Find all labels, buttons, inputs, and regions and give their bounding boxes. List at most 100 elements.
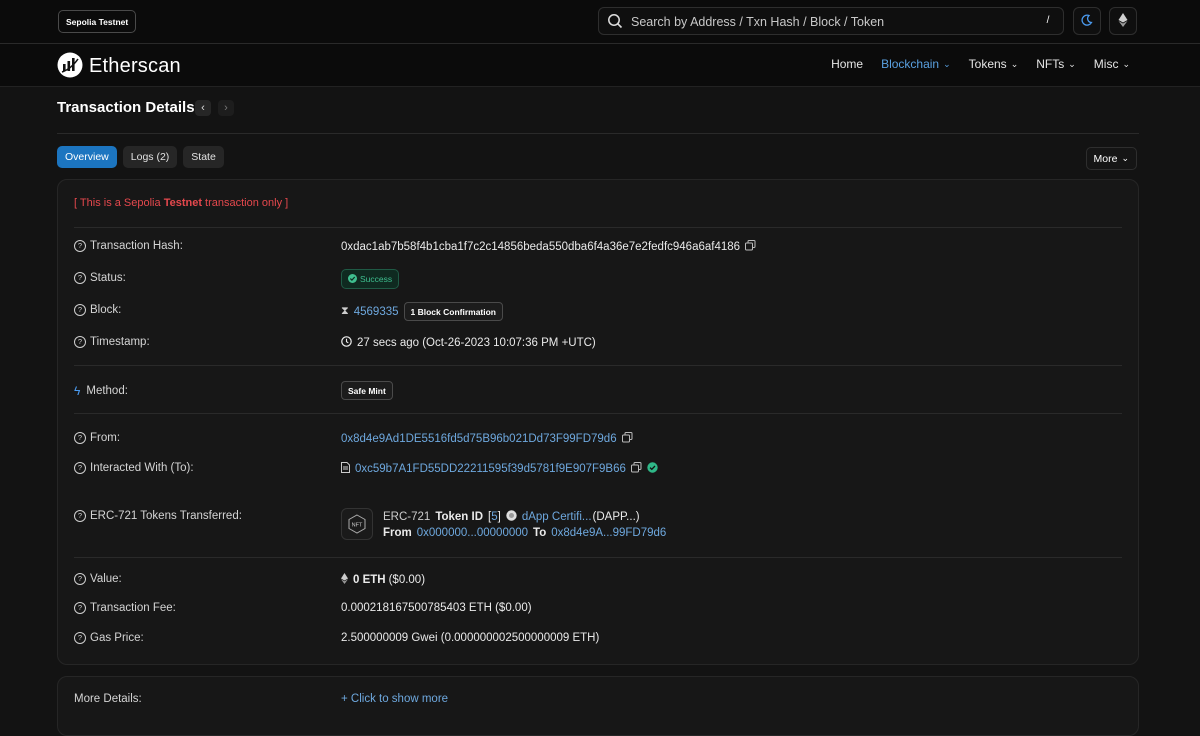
show-more-link[interactable]: + Click to show more [341,693,448,705]
confirmation-badge: 1 Block Confirmation [403,302,503,321]
more-dropdown-button[interactable]: More ⌄ [1085,147,1137,170]
timestamp-value: 27 secs ago (Oct-26-2023 10:07:36 PM +UT… [341,336,596,350]
label-text: Interacted With (To): [90,462,194,474]
nav-item-blockchain[interactable]: Blockchain ⌄ [881,57,951,71]
theme-toggle-button[interactable] [1073,7,1101,35]
status-badge: Success [341,269,400,289]
help-icon[interactable]: ? [74,304,86,316]
nav-item-misc[interactable]: Misc ⌄ [1094,57,1130,71]
erc721-from-link[interactable]: 0x000000...00000000 [417,527,528,539]
next-tx-button[interactable]: › [218,100,234,116]
tab-bar: Overview Logs (2) State [57,146,224,168]
label-text: Transaction Fee: [90,602,176,614]
help-icon[interactable]: ? [74,602,86,614]
usd-value: ($0.00) [388,574,426,586]
nav-item-tokens[interactable]: Tokens ⌄ [969,57,1019,71]
bracket: ] [497,511,501,523]
value-label: ? Value: [74,573,122,585]
warning-bold: Testnet [163,197,202,209]
help-icon[interactable]: ? [74,240,86,252]
ethereum-icon [341,573,348,587]
timestamp-text: 27 secs ago (Oct-26-2023 10:07:36 PM +UT… [357,337,596,349]
chevron-down-icon: ⌄ [1122,58,1130,69]
search-shortcut: / [1046,15,1050,26]
nav-menu: Home Blockchain ⌄ Tokens ⌄ NFTs ⌄ Misc ⌄ [813,57,1130,71]
label-text: From: [90,432,121,444]
network-select-button[interactable] [1109,7,1137,35]
nav-label: Misc [1093,57,1119,71]
value-value: 0 ETH ($0.00) [341,573,425,587]
help-icon[interactable]: ? [74,336,86,348]
help-icon[interactable]: ? [74,510,86,522]
nav-item-home[interactable]: Home [831,57,863,71]
network-badge[interactable]: Sepolia Testnet [58,10,137,33]
divider [74,413,1122,414]
token-symbol: (DAPP...) [592,511,640,523]
chevron-down-icon: ⌄ [1121,153,1129,163]
chevron-down-icon: ⌄ [1010,58,1019,69]
chevron-down-icon: ⌄ [943,58,951,69]
search-box[interactable]: / [598,7,1064,36]
label-text: ERC-721 Tokens Transferred: [90,510,242,522]
gas-value: 2.500000009 Gwei (0.000000002500000009 E… [341,632,599,644]
brand-name: Etherscan [89,55,181,77]
erc721-transfer-line: From 0x000000...00000000 To 0x8d4e9A...9… [383,527,666,539]
tx-hash-value: 0xdac1ab7b58f4b1cba1f7c2c14856beda550dba… [341,240,756,254]
label-text: Gas Price: [90,632,144,644]
more-label: More [1093,152,1118,165]
page-title: Transaction Details [57,99,195,116]
search-icon [607,13,623,32]
lightning-icon: ϟ [74,384,81,398]
prev-tx-button[interactable]: ‹ [195,100,211,116]
from-address-link[interactable]: 0x8d4e9Ad1DE5516fd5d75B96b021Dd73F99FD79… [341,433,617,445]
warning-text: transaction only ] [202,197,289,209]
check-circle-icon [348,273,357,285]
help-icon[interactable]: ? [74,632,86,644]
help-icon[interactable]: ? [74,573,86,585]
label-text: Timestamp: [90,336,150,348]
hourglass-icon: ⧗ [341,305,349,317]
tx-hash-label: ? Transaction Hash: [74,240,183,252]
method-value: Safe Mint [341,381,393,400]
erc721-label: ? ERC-721 Tokens Transferred: [74,510,242,522]
help-icon[interactable]: ? [74,462,86,474]
page-header: Transaction Details ‹ › [57,99,1139,134]
tab-overview[interactable]: Overview [57,146,117,168]
more-details-card: More Details: + Click to show more [57,676,1139,736]
token-id-label: Token ID [435,511,484,523]
token-name-link[interactable]: dApp Certifi... [522,511,592,523]
to-address-link[interactable]: 0xc59b7A1FD55DD22211595f39d5781f9E907F9B… [355,463,626,475]
help-icon[interactable]: ? [74,272,86,284]
tab-logs[interactable]: Logs (2) [122,146,178,168]
fee-label: ? Transaction Fee: [74,602,176,614]
main-navbar: Etherscan Home Blockchain ⌄ Tokens ⌄ NFTs ⌄… [0,44,1200,87]
timestamp-label: ? Timestamp: [74,336,150,348]
to-word: To [533,527,547,539]
block-label: ? Block: [74,304,121,316]
block-number-link[interactable]: 4569335 [354,306,399,318]
copy-icon[interactable] [745,240,756,254]
divider [74,557,1122,558]
copy-icon[interactable] [621,432,633,446]
copy-icon[interactable] [630,462,642,476]
fee-text: 0.000218167500785403 ETH ($0.00) [341,602,532,614]
erc721-token-line: ERC-721 Token ID [5] dApp Certifi... (DA… [383,510,640,524]
tab-state[interactable]: State [183,146,224,168]
label-text: Transaction Hash: [90,240,183,252]
help-icon[interactable]: ? [74,432,86,444]
ethereum-icon [1118,12,1128,30]
tx-hash[interactable]: 0xdac1ab7b58f4b1cba1f7c2c14856beda550dba… [341,241,740,253]
verified-check-icon [647,462,658,476]
etherscan-logo[interactable]: Etherscan [57,52,181,81]
from-value: 0x8d4e9Ad1DE5516fd5d75B96b021Dd73F99FD79… [341,432,633,446]
from-label: ? From: [74,432,120,444]
erc721-to-link[interactable]: 0x8d4e9A...99FD79d6 [551,527,666,539]
nav-item-nfts[interactable]: NFTs ⌄ [1036,57,1076,71]
divider [74,227,1122,228]
more-details-label: More Details: [74,693,142,705]
transaction-overview-card: [ This is a Sepolia Testnet transaction … [57,179,1139,665]
warning-text: [ This is a Sepolia [74,197,164,209]
clock-icon [341,336,352,350]
chevron-left-icon: ‹ [201,102,205,114]
search-input[interactable] [629,8,1033,36]
